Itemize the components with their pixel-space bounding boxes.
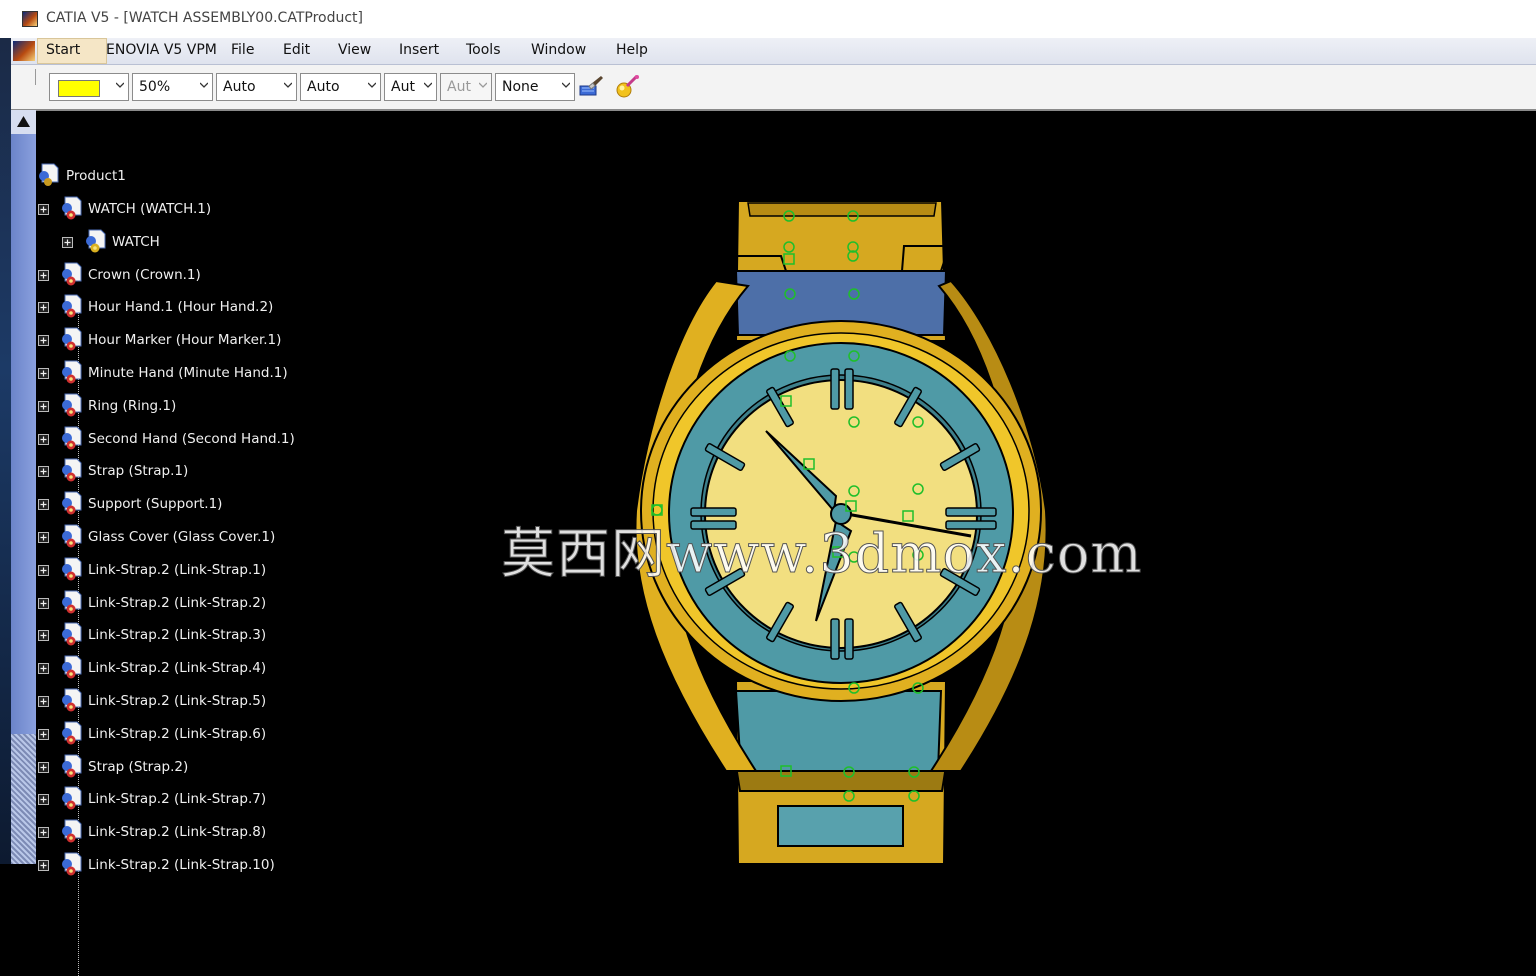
expand-plus-icon[interactable] xyxy=(38,728,49,740)
expand-plus-icon[interactable] xyxy=(38,794,49,806)
chevron-down-icon xyxy=(368,82,376,88)
line-type-combo[interactable]: Auto xyxy=(300,73,381,101)
component-icon xyxy=(62,786,82,810)
layer-combo[interactable]: None xyxy=(495,73,575,101)
component-icon xyxy=(62,360,82,384)
expand-plus-icon[interactable] xyxy=(38,269,49,281)
catia-menu-icon[interactable] xyxy=(13,41,35,61)
menu-window[interactable]: Window xyxy=(531,42,586,58)
expand-plus-icon[interactable] xyxy=(38,827,49,839)
expand-plus-icon[interactable] xyxy=(38,302,49,314)
component-icon xyxy=(62,852,82,876)
menu-insert[interactable]: Insert xyxy=(399,42,439,58)
component-icon xyxy=(62,262,82,286)
chevron-down-icon xyxy=(424,82,432,88)
expand-plus-icon[interactable] xyxy=(38,630,49,642)
fill-color-combo[interactable] xyxy=(49,73,129,101)
component-icon xyxy=(62,524,82,548)
expand-plus-icon[interactable] xyxy=(38,400,49,412)
menu-help[interactable]: Help xyxy=(616,42,648,58)
component-icon xyxy=(62,819,82,843)
component-icon xyxy=(62,721,82,745)
triangle-up-icon xyxy=(17,116,30,127)
toolbar-grip[interactable] xyxy=(35,69,39,85)
scroll-up-button[interactable] xyxy=(11,110,36,134)
menu-enovia[interactable]: ENOVIA V5 VPM xyxy=(106,42,217,58)
chevron-down-icon xyxy=(116,82,124,88)
component-icon xyxy=(62,393,82,417)
component-icon xyxy=(62,688,82,712)
catia-app-icon xyxy=(22,11,38,27)
expand-plus-icon[interactable] xyxy=(38,597,49,609)
scroll-track[interactable] xyxy=(11,734,36,864)
component-icon xyxy=(62,622,82,646)
component-icon xyxy=(62,754,82,778)
menu-tools[interactable]: Tools xyxy=(466,42,501,58)
menu-file[interactable]: File xyxy=(231,42,254,58)
component-icon xyxy=(62,491,82,515)
chevron-down-icon xyxy=(562,82,570,88)
component-icon xyxy=(62,327,82,351)
chevron-down-icon xyxy=(284,82,292,88)
watermark-text: 莫西网www.3dmox.com xyxy=(501,522,1143,586)
expand-plus-icon[interactable] xyxy=(38,335,49,347)
expand-plus-icon[interactable] xyxy=(38,433,49,445)
3d-viewport[interactable]: Product1 WATCH (WATCH.1) WATCH Crown (Crow… xyxy=(36,111,1536,976)
window-title: CATIA V5 - [WATCH ASSEMBLY00.CATProduct] xyxy=(46,10,363,26)
expand-plus-icon[interactable] xyxy=(38,204,49,215)
menu-bar: Start ENOVIA V5 VPM File Edit View Inser… xyxy=(11,38,1536,65)
scroll-thumb[interactable] xyxy=(11,134,36,734)
graphic-properties-toolbar: 50% Auto Auto Aut Aut None xyxy=(11,65,1536,111)
menu-edit[interactable]: Edit xyxy=(283,42,310,58)
tree-scrollbar[interactable] xyxy=(11,110,36,864)
expand-plus-icon[interactable] xyxy=(38,368,49,379)
format-painter-icon[interactable] xyxy=(577,74,605,100)
component-icon xyxy=(62,294,82,318)
component-icon xyxy=(62,590,82,614)
title-bar: CATIA V5 - [WATCH ASSEMBLY00.CATProduct] xyxy=(0,0,1536,38)
component-icon xyxy=(62,557,82,581)
expand-plus-icon[interactable] xyxy=(38,696,49,707)
transparency-combo[interactable]: 50% xyxy=(132,73,213,101)
expand-plus-icon[interactable] xyxy=(38,532,49,543)
expand-plus-icon[interactable] xyxy=(38,761,49,773)
chevron-down-icon xyxy=(479,82,487,88)
product-icon xyxy=(39,163,59,186)
menu-view[interactable]: View xyxy=(338,42,371,58)
fill-color-swatch xyxy=(58,80,100,97)
expand-plus-icon[interactable] xyxy=(38,860,49,871)
expand-plus-icon[interactable] xyxy=(38,499,49,511)
component-icon xyxy=(62,655,82,679)
expand-plus-icon[interactable] xyxy=(38,663,49,675)
menu-start[interactable]: Start xyxy=(46,42,80,58)
point-type-2-combo[interactable]: Aut xyxy=(440,73,492,101)
specification-tree: Product1 WATCH (WATCH.1) WATCH Crown (Crow… xyxy=(36,111,496,976)
point-type-combo[interactable]: Aut xyxy=(384,73,437,101)
expand-plus-icon[interactable] xyxy=(38,466,49,478)
chevron-down-icon xyxy=(200,82,208,88)
component-icon xyxy=(62,458,82,482)
component-icon xyxy=(62,196,82,220)
expand-plus-icon[interactable] xyxy=(38,564,49,576)
line-thickness-combo[interactable]: Auto xyxy=(216,73,297,101)
component-icon xyxy=(62,426,82,450)
part-icon xyxy=(86,229,106,253)
graphic-properties-icon[interactable] xyxy=(613,74,641,100)
desktop-edge xyxy=(0,38,11,864)
expand-plus-icon[interactable] xyxy=(62,236,73,248)
